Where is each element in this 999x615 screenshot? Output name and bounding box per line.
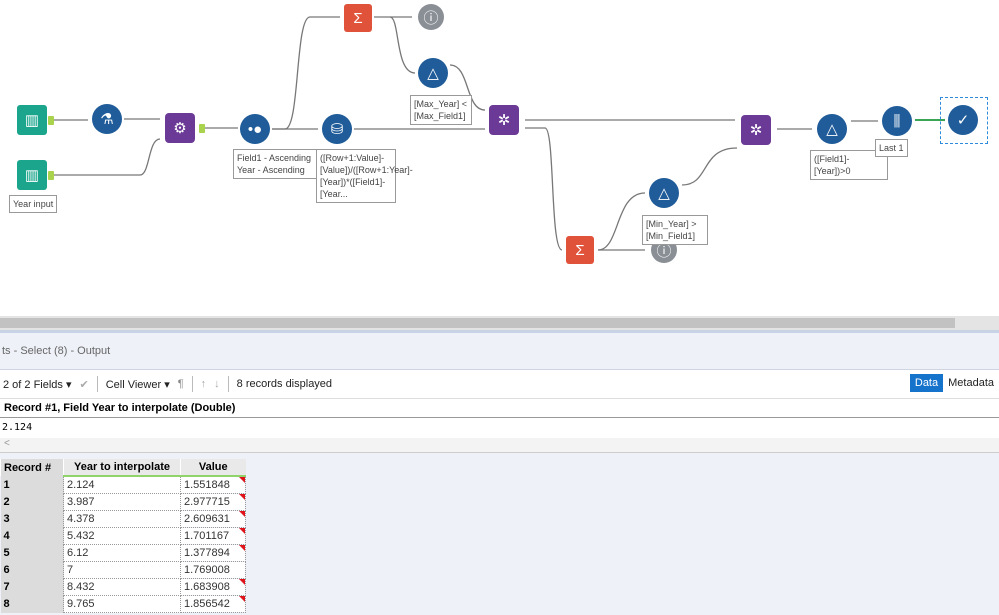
value-text: 2.609631 <box>184 513 230 525</box>
select-tool[interactable]: ✓ <box>948 105 978 135</box>
table-row[interactable]: 4 5.432 1.701167 <box>0 527 246 545</box>
value-cell[interactable]: 1.377894 <box>180 544 246 562</box>
value-cell[interactable]: 1.683908 <box>180 578 246 596</box>
scrollbar-thumb[interactable] <box>0 318 955 328</box>
output-anchor[interactable] <box>48 116 54 125</box>
divider <box>227 376 229 392</box>
value-text: 1.701167 <box>184 530 230 542</box>
truncated-flag-icon <box>239 579 245 585</box>
join-tool-1[interactable]: ✲ <box>489 105 519 135</box>
record-header: Record #1, Field Year to interpolate (Do… <box>0 398 999 418</box>
column-header: Record # <box>0 459 64 476</box>
sort-tool[interactable]: •● <box>240 114 270 144</box>
annotation-multirow: ([Row+1:Value]-[Value])/([Row+1:Year]-[Y… <box>316 149 413 203</box>
record-number: 2 <box>0 493 64 511</box>
macro-gear-tool[interactable]: ⚙ <box>165 113 195 143</box>
sample-tool[interactable]: ⫼ <box>882 106 912 136</box>
year-cell[interactable]: 4.378 <box>63 510 181 528</box>
table-row[interactable]: 5 6.12 1.377894 <box>0 544 246 562</box>
record-number: 6 <box>0 561 64 579</box>
truncated-flag-icon <box>239 545 245 551</box>
workflow-canvas[interactable]: ▥ ▥ Year input ⚗ ⚙ •● Field1 - Ascending… <box>0 0 999 316</box>
year-cell[interactable]: 6.12 <box>63 544 181 562</box>
year-cell[interactable]: 8.432 <box>63 578 181 596</box>
records-count: 8 records displayed <box>236 378 333 390</box>
table-row[interactable]: 7 8.432 1.683908 <box>0 578 246 596</box>
table-row[interactable]: 2 3.987 2.977715 <box>0 493 246 511</box>
annotation-filter-bottom: [Min_Year] > [Min_Field1] <box>642 215 708 245</box>
year-cell[interactable]: 9.765 <box>63 595 181 613</box>
output-anchor[interactable] <box>48 171 54 180</box>
table-row[interactable]: 1 2.124 1.551848 <box>0 475 246 494</box>
tab-data[interactable]: Data <box>909 374 944 392</box>
checkmark-icon[interactable]: ✔ <box>80 378 89 391</box>
truncated-flag-icon <box>239 528 245 534</box>
filter-tool-right[interactable]: △ <box>817 114 847 144</box>
annotation-year-input: Year input <box>9 195 58 213</box>
divider <box>96 376 98 392</box>
scroll-left-icon[interactable]: < <box>0 438 999 453</box>
value-cell[interactable]: 1.701167 <box>180 527 246 545</box>
browse-tool-top[interactable]: ⓘ <box>418 4 444 30</box>
value-text: 1.377894 <box>184 547 230 559</box>
summarize-tool-top[interactable]: Σ <box>344 4 372 32</box>
annotation-sample: Last 1 <box>875 139 908 157</box>
truncated-flag-icon <box>239 477 245 483</box>
record-number: 1 <box>0 476 64 494</box>
results-panel: ts - Select (8) - Output 2 of 2 Fields ▾… <box>0 330 999 615</box>
cell-viewer-dropdown[interactable]: Cell Viewer ▾ <box>106 378 170 391</box>
record-number: 4 <box>0 527 64 545</box>
filter-tool-bottom[interactable]: △ <box>649 178 679 208</box>
value-cell[interactable]: 1.551848 <box>180 475 246 494</box>
annotation-sort: Field1 - Ascending Year - Ascending <box>233 149 317 179</box>
results-toolbar: 2 of 2 Fields ▾ ✔ Cell Viewer ▾ ¶ ↑ ↓ 8 … <box>0 370 999 398</box>
input-data-tool-year[interactable]: ▥ <box>17 160 47 190</box>
canvas-horizontal-scrollbar[interactable] <box>0 316 999 330</box>
value-cell[interactable]: 2.609631 <box>180 510 246 528</box>
results-title: ts - Select (8) - Output <box>0 330 999 370</box>
cell-value: 2.124 <box>0 418 999 438</box>
annotation-filter-top: [Max_Year] < [Max_Field1] <box>410 95 472 125</box>
table-row[interactable]: 8 9.765 1.856542 <box>0 595 246 613</box>
input-data-tool[interactable]: ▥ <box>17 105 47 135</box>
table-row[interactable]: 3 4.378 2.609631 <box>0 510 246 528</box>
value-text: 1.683908 <box>184 581 230 593</box>
year-cell[interactable]: 3.987 <box>63 493 181 511</box>
filter-tool-top[interactable]: △ <box>418 58 448 88</box>
value-text: 1.856542 <box>184 598 230 610</box>
year-cell[interactable]: 5.432 <box>63 527 181 545</box>
record-number: 5 <box>0 544 64 562</box>
value-text: 1.769008 <box>184 564 230 576</box>
year-cell[interactable]: 7 <box>63 561 181 579</box>
value-cell[interactable]: 1.856542 <box>180 595 246 613</box>
column-header[interactable]: Year to interpolate <box>63 459 181 477</box>
truncated-flag-icon <box>239 494 245 500</box>
truncated-flag-icon <box>239 596 245 602</box>
value-cell[interactable]: 1.769008 <box>180 561 246 579</box>
year-cell[interactable]: 2.124 <box>63 475 181 494</box>
pilcrow-icon[interactable]: ¶ <box>178 378 184 390</box>
value-text: 2.977715 <box>184 496 230 508</box>
table-row[interactable]: 6 7 1.769008 <box>0 561 246 579</box>
record-number: 8 <box>0 595 64 613</box>
join-tool-2[interactable]: ✲ <box>741 115 771 145</box>
divider <box>191 376 193 392</box>
flask-tool[interactable]: ⚗ <box>92 104 122 134</box>
arrow-down-icon[interactable]: ↓ <box>214 378 220 390</box>
value-cell[interactable]: 2.977715 <box>180 493 246 511</box>
results-table: Record # Year to interpolate Value 1 2.1… <box>0 459 246 613</box>
multi-row-formula-tool[interactable]: ⛁ <box>322 114 352 144</box>
column-header[interactable]: Value <box>180 459 246 477</box>
record-number: 7 <box>0 578 64 596</box>
value-text: 1.551848 <box>184 479 230 491</box>
truncated-flag-icon <box>239 511 245 517</box>
tab-metadata[interactable]: Metadata <box>943 374 999 392</box>
output-anchor[interactable] <box>199 124 205 133</box>
record-number: 3 <box>0 510 64 528</box>
summarize-tool-bottom[interactable]: Σ <box>566 236 594 264</box>
fields-selector[interactable]: 2 of 2 Fields ▾ <box>3 378 72 391</box>
arrow-up-icon[interactable]: ↑ <box>201 378 207 390</box>
